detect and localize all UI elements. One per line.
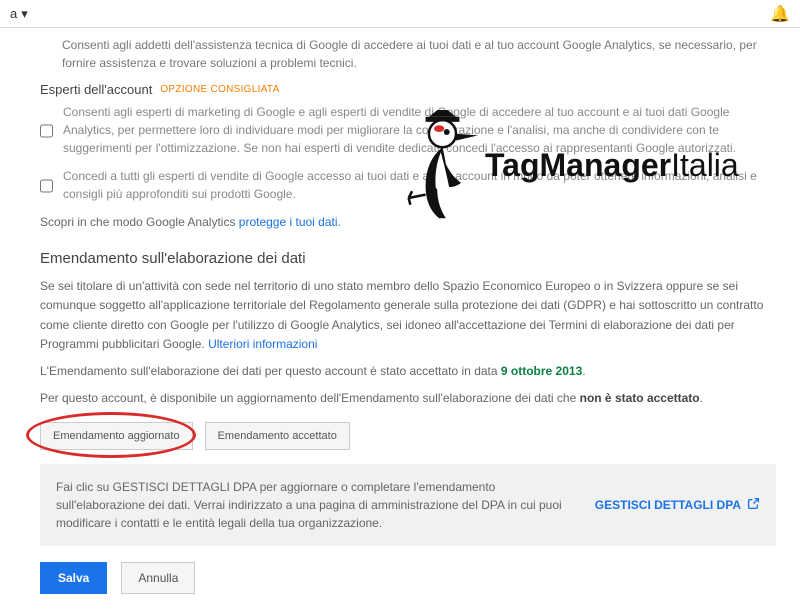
bell-icon[interactable]: 🔔	[770, 4, 790, 24]
expert-opt1-checkbox[interactable]	[40, 105, 53, 157]
expert-opt2-text: Concedi a tutti gli esperti di vendite d…	[63, 167, 776, 203]
breadcrumb[interactable]: a ▾	[10, 6, 28, 22]
amendment-p2-text: L'Emendamento sull'elaborazione dei dati…	[40, 364, 501, 378]
main-content: Consenti agli addetti dell'assistenza te…	[0, 28, 800, 610]
experts-section-title: Esperti dell'account OPZIONE CONSIGLIATA	[40, 82, 776, 97]
amendment-more-link[interactable]: Ulteriori informazioni	[208, 337, 317, 351]
amendment-p2: L'Emendamento sull'elaborazione dei dati…	[40, 362, 776, 381]
protect-prefix: Scopri in che modo Google Analytics	[40, 215, 239, 229]
amendment-not-accepted: non è stato accettato	[580, 391, 700, 405]
accepted-amendment-button[interactable]: Emendamento accettato	[205, 422, 350, 450]
expert-opt1-text: Consenti agli esperti di marketing di Go…	[63, 103, 776, 157]
breadcrumb-fragment: a	[10, 6, 17, 21]
expert-option-1: Consenti agli esperti di marketing di Go…	[40, 103, 776, 157]
tech-support-text: Consenti agli addetti dell'assistenza te…	[62, 36, 776, 72]
protect-line: Scopri in che modo Google Analytics prot…	[40, 213, 776, 232]
save-button[interactable]: Salva	[40, 562, 107, 594]
cancel-button[interactable]: Annulla	[121, 562, 195, 594]
amendment-p3: Per questo account, è disponibile un agg…	[40, 389, 776, 408]
experts-title-text: Esperti dell'account	[40, 82, 152, 97]
amendment-p1-text: Se sei titolare di un'attività con sede …	[40, 279, 763, 351]
manage-dpa-label: GESTISCI DETTAGLI DPA	[595, 498, 741, 512]
recommended-badge: OPZIONE CONSIGLIATA	[160, 84, 279, 95]
amendment-date: 9 ottobre 2013	[501, 364, 582, 378]
expert-opt2-checkbox[interactable]	[40, 169, 53, 203]
action-buttons: Salva Annulla	[40, 562, 776, 594]
protect-link[interactable]: protegge i tuoi dati	[239, 215, 338, 229]
updated-amendment-button[interactable]: Emendamento aggiornato	[40, 422, 193, 450]
expert-option-2: Concedi a tutti gli esperti di vendite d…	[40, 167, 776, 203]
top-bar: a ▾ 🔔	[0, 0, 800, 28]
protect-suffix: .	[338, 215, 341, 229]
chevron-down-icon: ▾	[21, 6, 28, 22]
dpa-callout: Fai clic su GESTISCI DETTAGLI DPA per ag…	[40, 464, 776, 546]
amendment-p1: Se sei titolare di un'attività con sede …	[40, 277, 776, 354]
amendment-heading: Emendamento sull'elaborazione dei dati	[40, 250, 776, 267]
amendment-p3-text: Per questo account, è disponibile un agg…	[40, 391, 580, 405]
dpa-callout-text: Fai clic su GESTISCI DETTAGLI DPA per ag…	[56, 478, 575, 532]
amendment-buttons: Emendamento aggiornato Emendamento accet…	[40, 422, 776, 450]
